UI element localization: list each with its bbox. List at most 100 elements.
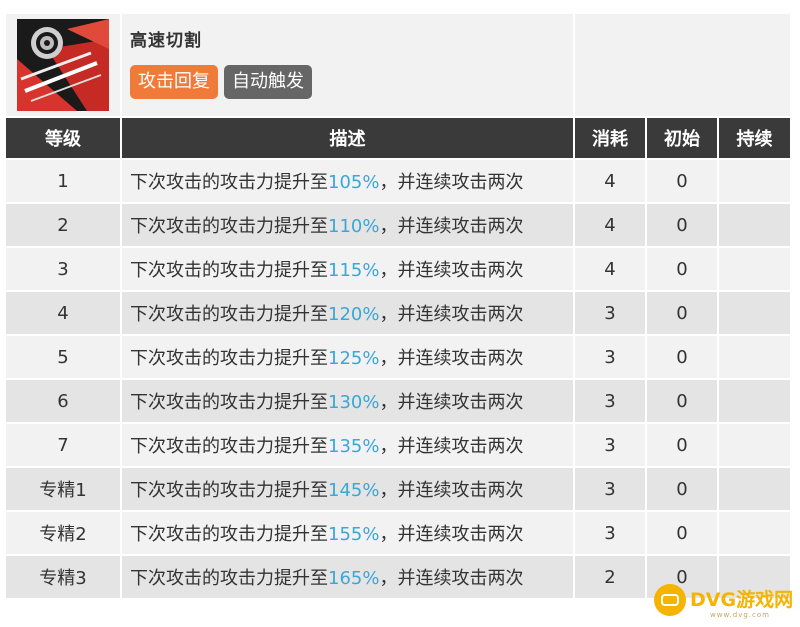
cell-description: 下次攻击的攻击力提升至145%，并连续攻击两次 <box>122 468 573 510</box>
desc-prefix: 下次攻击的攻击力提升至 <box>130 304 328 325</box>
cell-initial: 0 <box>647 468 717 510</box>
cell-duration <box>719 248 790 290</box>
desc-suffix: ，并连续攻击两次 <box>379 172 524 193</box>
desc-prefix: 下次攻击的攻击力提升至 <box>130 260 328 281</box>
desc-percent: 145% <box>328 480 380 501</box>
cell-level: 专精1 <box>6 468 120 510</box>
cell-duration <box>719 160 790 202</box>
skill-header-blank <box>575 14 790 116</box>
cell-level: 4 <box>6 292 120 334</box>
cell-initial: 0 <box>647 292 717 334</box>
tag-auto-trigger: 自动触发 <box>224 65 312 99</box>
table-row: 6 下次攻击的攻击力提升至130%，并连续攻击两次 3 0 <box>6 380 790 422</box>
cell-cost: 3 <box>575 380 645 422</box>
skill-icon-cell <box>6 14 120 116</box>
desc-prefix: 下次攻击的攻击力提升至 <box>130 524 328 545</box>
watermark-brand: DVG游戏网 <box>690 589 794 611</box>
cell-description: 下次攻击的攻击力提升至165%，并连续攻击两次 <box>122 556 573 598</box>
cell-level: 5 <box>6 336 120 378</box>
desc-percent: 155% <box>328 524 380 545</box>
desc-prefix: 下次攻击的攻击力提升至 <box>130 172 328 193</box>
desc-suffix: ，并连续攻击两次 <box>379 436 524 457</box>
cell-cost: 3 <box>575 512 645 554</box>
watermark-url: www.dvg.com <box>710 611 770 619</box>
cell-level: 1 <box>6 160 120 202</box>
cell-initial: 0 <box>647 380 717 422</box>
desc-suffix: ，并连续攻击两次 <box>379 524 524 545</box>
skill-table: 高速切割 攻击回复 自动触发 等级 描述 消耗 初始 持续 1 下次攻击的攻击力提… <box>4 12 792 600</box>
desc-prefix: 下次攻击的攻击力提升至 <box>130 392 328 413</box>
cell-initial: 0 <box>647 204 717 246</box>
desc-suffix: ，并连续攻击两次 <box>379 304 524 325</box>
table-header-row: 等级 描述 消耗 初始 持续 <box>6 118 790 158</box>
table-row: 专精1 下次攻击的攻击力提升至145%，并连续攻击两次 3 0 <box>6 468 790 510</box>
column-header-description: 描述 <box>122 118 573 158</box>
desc-prefix: 下次攻击的攻击力提升至 <box>130 436 328 457</box>
table-row: 3 下次攻击的攻击力提升至115%，并连续攻击两次 4 0 <box>6 248 790 290</box>
desc-suffix: ，并连续攻击两次 <box>379 392 524 413</box>
cell-duration <box>719 292 790 334</box>
cell-initial: 0 <box>647 336 717 378</box>
column-header-cost: 消耗 <box>575 118 645 158</box>
cell-duration <box>719 512 790 554</box>
table-row: 7 下次攻击的攻击力提升至135%，并连续攻击两次 3 0 <box>6 424 790 466</box>
cell-description: 下次攻击的攻击力提升至110%，并连续攻击两次 <box>122 204 573 246</box>
cell-duration <box>719 380 790 422</box>
table-row: 5 下次攻击的攻击力提升至125%，并连续攻击两次 3 0 <box>6 336 790 378</box>
cell-level: 3 <box>6 248 120 290</box>
cell-cost: 3 <box>575 336 645 378</box>
cell-cost: 4 <box>575 248 645 290</box>
desc-suffix: ，并连续攻击两次 <box>379 348 524 369</box>
tag-attack-recovery: 攻击回复 <box>130 65 218 99</box>
cell-level: 7 <box>6 424 120 466</box>
desc-suffix: ，并连续攻击两次 <box>379 216 524 237</box>
skill-info-panel: 高速切割 攻击回复 自动触发 等级 描述 消耗 初始 持续 1 下次攻击的攻击力提… <box>0 0 800 627</box>
table-row: 4 下次攻击的攻击力提升至120%，并连续攻击两次 3 0 <box>6 292 790 334</box>
desc-percent: 105% <box>328 172 380 193</box>
cell-duration <box>719 468 790 510</box>
cell-cost: 4 <box>575 204 645 246</box>
desc-prefix: 下次攻击的攻击力提升至 <box>130 216 328 237</box>
desc-percent: 130% <box>328 392 380 413</box>
cell-initial: 0 <box>647 424 717 466</box>
skill-title-cell: 高速切割 攻击回复 自动触发 <box>122 14 573 116</box>
table-row: 专精2 下次攻击的攻击力提升至155%，并连续攻击两次 3 0 <box>6 512 790 554</box>
desc-prefix: 下次攻击的攻击力提升至 <box>130 480 328 501</box>
desc-percent: 125% <box>328 348 380 369</box>
skill-name: 高速切割 <box>130 31 202 51</box>
desc-percent: 135% <box>328 436 380 457</box>
cell-initial: 0 <box>647 248 717 290</box>
dvg-logo-icon <box>654 584 686 616</box>
cell-level: 2 <box>6 204 120 246</box>
cell-initial: 0 <box>647 160 717 202</box>
desc-percent: 120% <box>328 304 380 325</box>
cell-cost: 3 <box>575 292 645 334</box>
desc-percent: 110% <box>328 216 380 237</box>
cell-description: 下次攻击的攻击力提升至135%，并连续攻击两次 <box>122 424 573 466</box>
cell-description: 下次攻击的攻击力提升至155%，并连续攻击两次 <box>122 512 573 554</box>
cell-level: 6 <box>6 380 120 422</box>
cell-description: 下次攻击的攻击力提升至105%，并连续攻击两次 <box>122 160 573 202</box>
cell-duration <box>719 204 790 246</box>
column-header-level: 等级 <box>6 118 120 158</box>
column-header-duration: 持续 <box>719 118 790 158</box>
cell-cost: 3 <box>575 468 645 510</box>
desc-prefix: 下次攻击的攻击力提升至 <box>130 568 328 589</box>
cell-description: 下次攻击的攻击力提升至125%，并连续攻击两次 <box>122 336 573 378</box>
column-header-initial: 初始 <box>647 118 717 158</box>
desc-suffix: ，并连续攻击两次 <box>379 480 524 501</box>
skill-saw-blade-icon <box>17 19 109 111</box>
cell-cost: 4 <box>575 160 645 202</box>
table-row: 1 下次攻击的攻击力提升至105%，并连续攻击两次 4 0 <box>6 160 790 202</box>
cell-description: 下次攻击的攻击力提升至115%，并连续攻击两次 <box>122 248 573 290</box>
desc-suffix: ，并连续攻击两次 <box>379 568 524 589</box>
cell-level: 专精2 <box>6 512 120 554</box>
skill-tags: 攻击回复 自动触发 <box>130 65 573 99</box>
desc-percent: 115% <box>328 260 380 281</box>
cell-cost: 2 <box>575 556 645 598</box>
desc-prefix: 下次攻击的攻击力提升至 <box>130 348 328 369</box>
desc-suffix: ，并连续攻击两次 <box>379 260 524 281</box>
cell-cost: 3 <box>575 424 645 466</box>
cell-description: 下次攻击的攻击力提升至130%，并连续攻击两次 <box>122 380 573 422</box>
cell-duration <box>719 336 790 378</box>
